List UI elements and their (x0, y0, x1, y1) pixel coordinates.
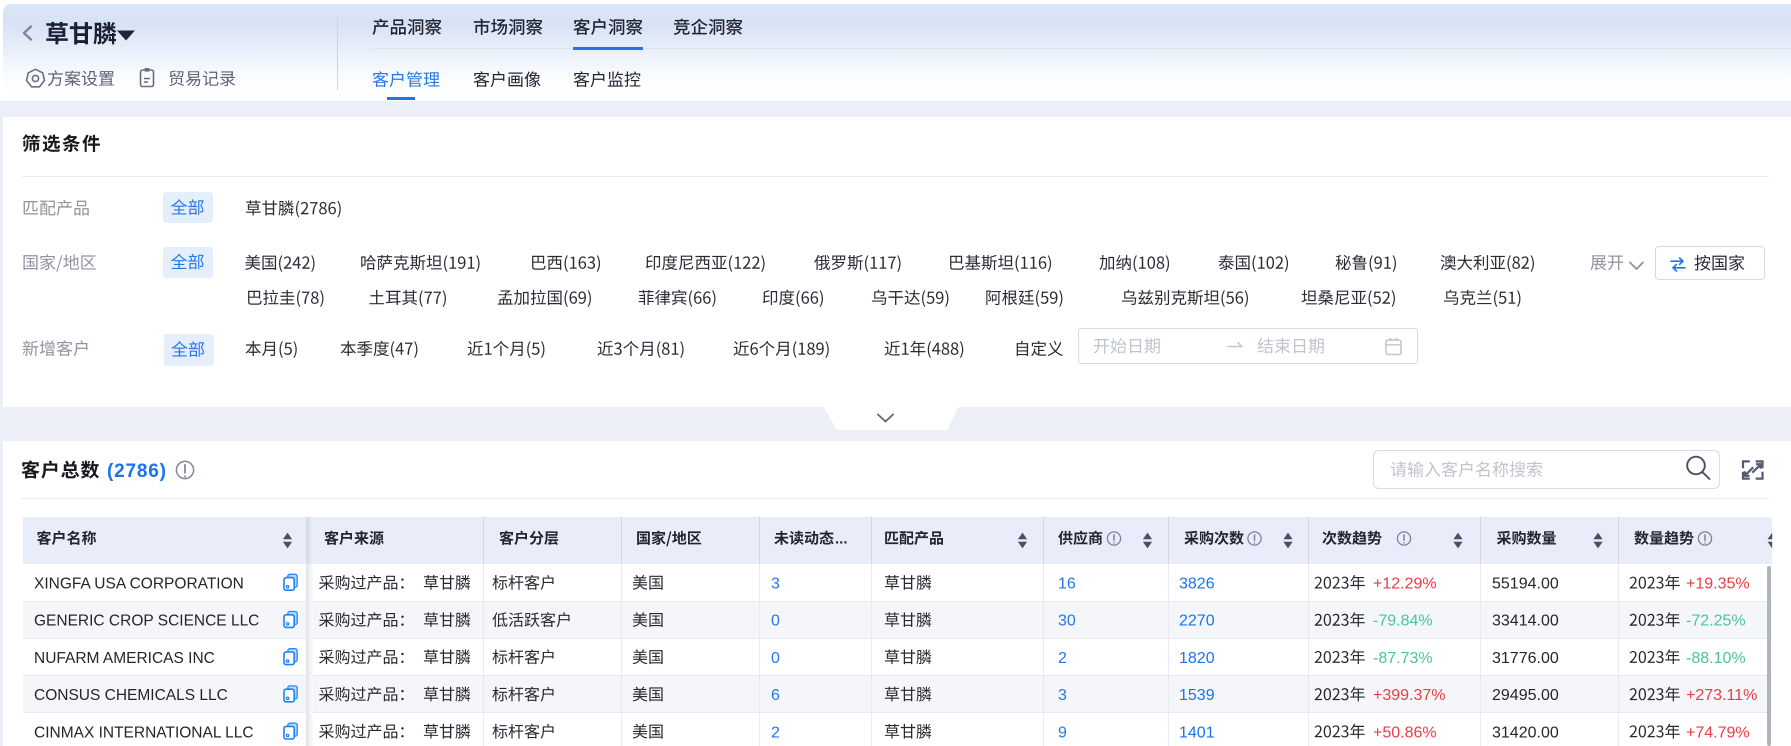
svg-text:+50.86%: +50.86% (1373, 724, 1437, 741)
svg-text:30: 30 (1058, 613, 1076, 630)
svg-text:9: 9 (1058, 724, 1067, 741)
svg-text:1820: 1820 (1179, 650, 1215, 667)
svg-text:NUFARM AMERICAS INC: NUFARM AMERICAS INC (34, 650, 215, 667)
svg-text:+19.35%: +19.35% (1686, 576, 1750, 593)
svg-text:3826: 3826 (1179, 576, 1215, 593)
svg-text:2: 2 (1058, 650, 1067, 667)
svg-text:1401: 1401 (1179, 724, 1215, 741)
svg-text:55194.00: 55194.00 (1492, 576, 1559, 593)
svg-text:-87.73%: -87.73% (1373, 650, 1433, 667)
svg-text:XINGFA USA CORPORATION: XINGFA USA CORPORATION (34, 576, 244, 593)
svg-text:2270: 2270 (1179, 613, 1215, 630)
svg-text:0: 0 (771, 650, 780, 667)
svg-text:+273.11%: +273.11% (1686, 687, 1757, 704)
svg-text:0: 0 (771, 613, 780, 630)
svg-text:6: 6 (771, 687, 780, 704)
svg-text:+399.37%: +399.37% (1373, 687, 1446, 704)
svg-text:1539: 1539 (1179, 687, 1215, 704)
svg-text:CINMAX INTERNATIONAL LLC: CINMAX INTERNATIONAL LLC (34, 724, 254, 741)
svg-text:3: 3 (1058, 687, 1067, 704)
svg-text:3: 3 (771, 576, 780, 593)
svg-text:29495.00: 29495.00 (1492, 687, 1559, 704)
svg-text:(2786): (2786) (107, 461, 167, 482)
svg-text:-88.10%: -88.10% (1686, 650, 1746, 667)
svg-text:16: 16 (1058, 576, 1076, 593)
svg-text:-79.84%: -79.84% (1373, 613, 1433, 630)
svg-text:2: 2 (771, 724, 780, 741)
svg-text:...: ... (835, 531, 848, 548)
svg-text:33414.00: 33414.00 (1492, 613, 1559, 630)
svg-text:+74.79%: +74.79% (1686, 724, 1750, 741)
svg-text:CONSUS CHEMICALS LLC: CONSUS CHEMICALS LLC (34, 687, 228, 704)
svg-text:GENERIC CROP SCIENCE LLC: GENERIC CROP SCIENCE LLC (34, 613, 259, 630)
svg-text:+12.29%: +12.29% (1373, 576, 1437, 593)
svg-text:-72.25%: -72.25% (1686, 613, 1746, 630)
svg-text:31420.00: 31420.00 (1492, 724, 1559, 741)
svg-text:31776.00: 31776.00 (1492, 650, 1559, 667)
